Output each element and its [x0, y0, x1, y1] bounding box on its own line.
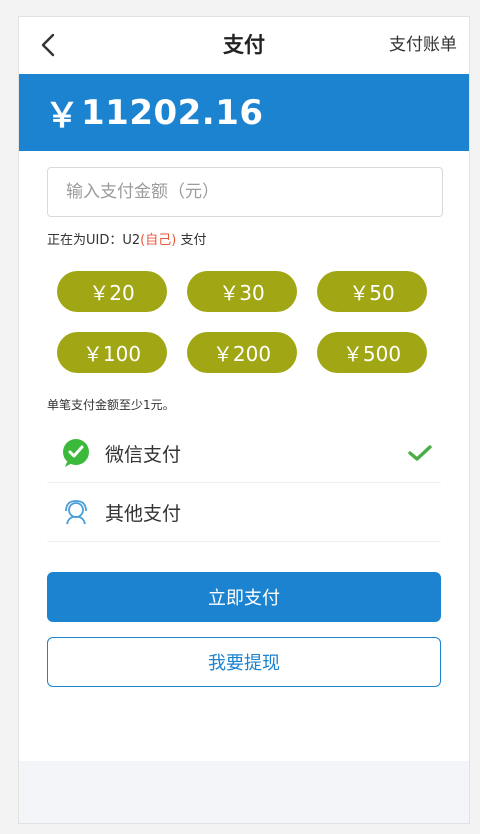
balance-banner: ￥ 11202.16 — [19, 74, 469, 151]
pay-now-button[interactable]: 立即支付 — [47, 572, 441, 622]
currency-symbol: ￥ — [45, 96, 79, 136]
check-icon — [408, 445, 432, 461]
minimum-amount-note: 单笔支付金额至少1元。 — [47, 398, 175, 412]
preset-amount-button[interactable]: ￥200 — [187, 332, 297, 373]
bottom-area — [19, 761, 469, 823]
uid-line: 正在为UID：U2(自己) 支付 — [47, 232, 441, 250]
payment-method-list: 微信支付 其他支付 — [47, 424, 441, 542]
uid-prefix: 正在为UID：U2 — [47, 233, 141, 248]
uid-suffix: 支付 — [176, 233, 207, 248]
preset-amount-button[interactable]: ￥30 — [187, 271, 297, 312]
uid-self-tag: (自己) — [140, 233, 177, 248]
payment-method-wechat[interactable]: 微信支付 — [47, 424, 441, 483]
withdraw-button[interactable]: 我要提现 — [47, 637, 441, 687]
preset-amount-button[interactable]: ￥50 — [317, 271, 427, 312]
balance-amount: 11202.16 — [81, 92, 264, 133]
wechat-pay-icon — [61, 438, 91, 468]
payment-history-link[interactable]: 支付账单 — [389, 32, 457, 58]
payment-form: 正在为UID：U2(自己) 支付 ￥20 ￥30 ￥50 ￥100 ￥200 ￥… — [19, 151, 469, 687]
payment-method-label: 其他支付 — [105, 502, 182, 525]
top-navbar: 支付 支付账单 — [19, 17, 469, 74]
payment-method-label: 微信支付 — [105, 443, 182, 466]
preset-amount-button[interactable]: ￥100 — [57, 332, 167, 373]
preset-amount-button[interactable]: ￥20 — [57, 271, 167, 312]
preset-amounts: ￥20 ￥30 ￥50 ￥100 ￥200 ￥500 — [47, 271, 441, 373]
preset-amount-button[interactable]: ￥500 — [317, 332, 427, 373]
amount-input[interactable] — [47, 167, 443, 217]
payment-method-other[interactable]: 其他支付 — [47, 483, 441, 542]
phone-screen: 支付 支付账单 ￥ 11202.16 正在为UID：U2(自己) 支付 ￥20 … — [18, 16, 470, 824]
user-service-icon — [61, 497, 91, 527]
